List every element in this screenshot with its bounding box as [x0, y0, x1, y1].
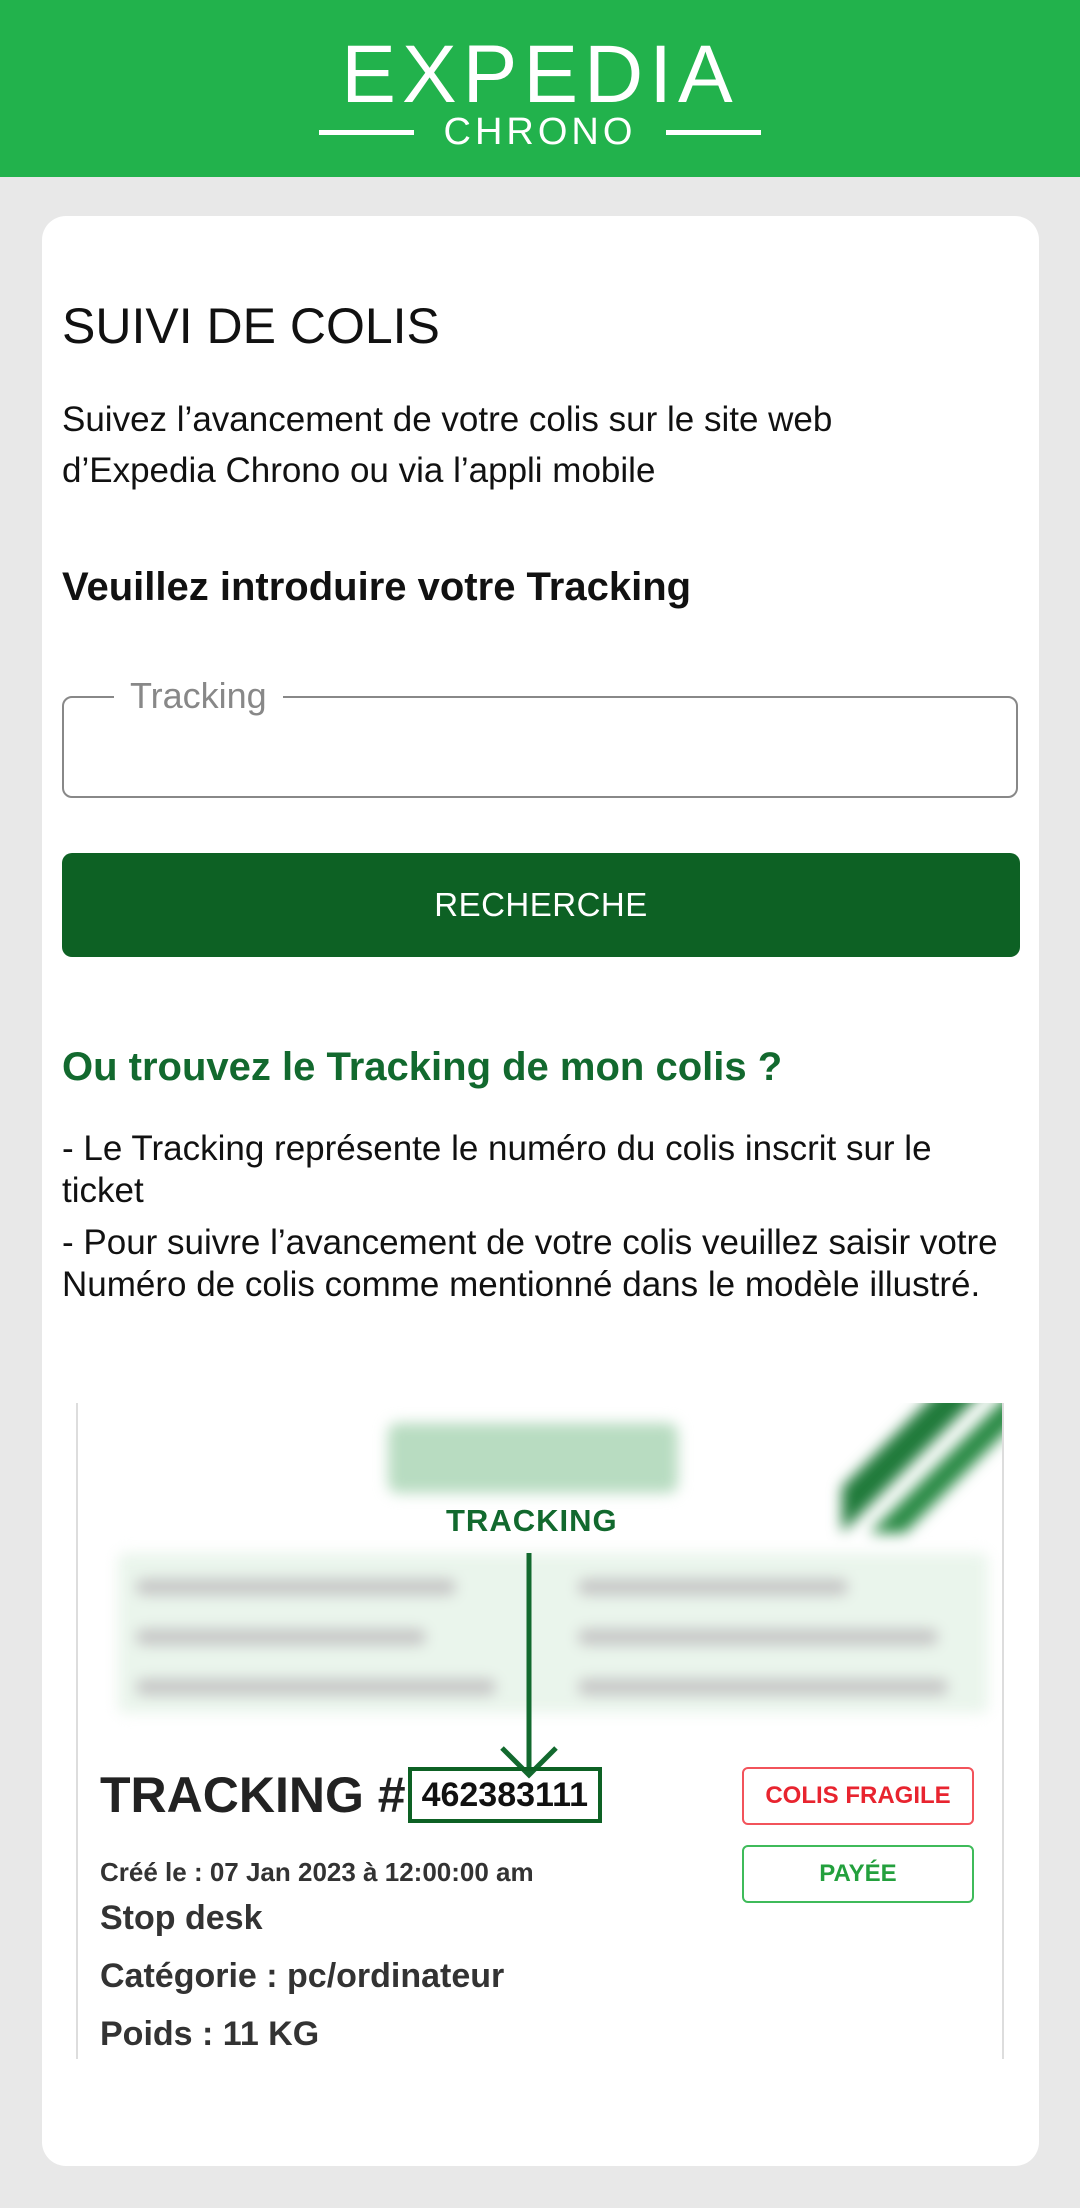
tracking-field[interactable]: Tracking — [62, 672, 1018, 798]
logo-line-right — [666, 130, 761, 135]
tracking-input[interactable] — [64, 698, 1016, 796]
app-header: EXPEDIA CHRONO — [0, 0, 1080, 177]
weight-info: Poids : 11 KG — [100, 2015, 320, 2053]
down-arrow-icon — [500, 1553, 558, 1779]
tracking-row: TRACKING # 462383111 — [100, 1765, 603, 1825]
logo-brand-text: EXPEDIA — [341, 29, 739, 120]
intro-text: Suivez l’avancement de votre colis sur l… — [62, 400, 833, 490]
paid-badge: PAYÉE — [742, 1845, 974, 1903]
faq-line: - Pour suivre l’avancement de votre coli… — [62, 1223, 998, 1304]
tracking-number: 462383111 — [407, 1767, 603, 1823]
faq-text: - Le Tracking représente le numéro du co… — [62, 1128, 1012, 1316]
tracking-example-image: TRACKING TRACKING # 462383111 COLIS FRAG… — [76, 1403, 1004, 2059]
page-title: SUIVI DE COLIS — [62, 298, 440, 354]
category-info: Catégorie : pc/ordinateur — [100, 1957, 505, 1995]
fragile-badge: COLIS FRAGILE — [742, 1767, 974, 1825]
tracking-card: SUIVI DE COLIS Suivez l’avancement de vo… — [42, 216, 1039, 2166]
faq-title: Ou trouvez le Tracking de mon colis ? — [62, 1045, 783, 1089]
search-button[interactable]: RECHERCHE — [62, 853, 1020, 957]
logo-sub-row: CHRONO — [315, 110, 765, 153]
logo-sub-text: CHRONO — [443, 111, 637, 153]
faq-line: - Le Tracking représente le numéro du co… — [62, 1129, 932, 1210]
created-date: Créé le : 07 Jan 2023 à 12:00:00 am — [100, 1857, 534, 1887]
expedia-chrono-logo[interactable]: EXPEDIA CHRONO — [315, 29, 765, 153]
delivery-type: Stop desk — [100, 1899, 263, 1937]
tracking-prompt: Veuillez introduire votre Tracking — [62, 565, 692, 609]
tracking-prefix: TRACKING # — [100, 1767, 406, 1823]
logo-line-left — [319, 130, 414, 135]
